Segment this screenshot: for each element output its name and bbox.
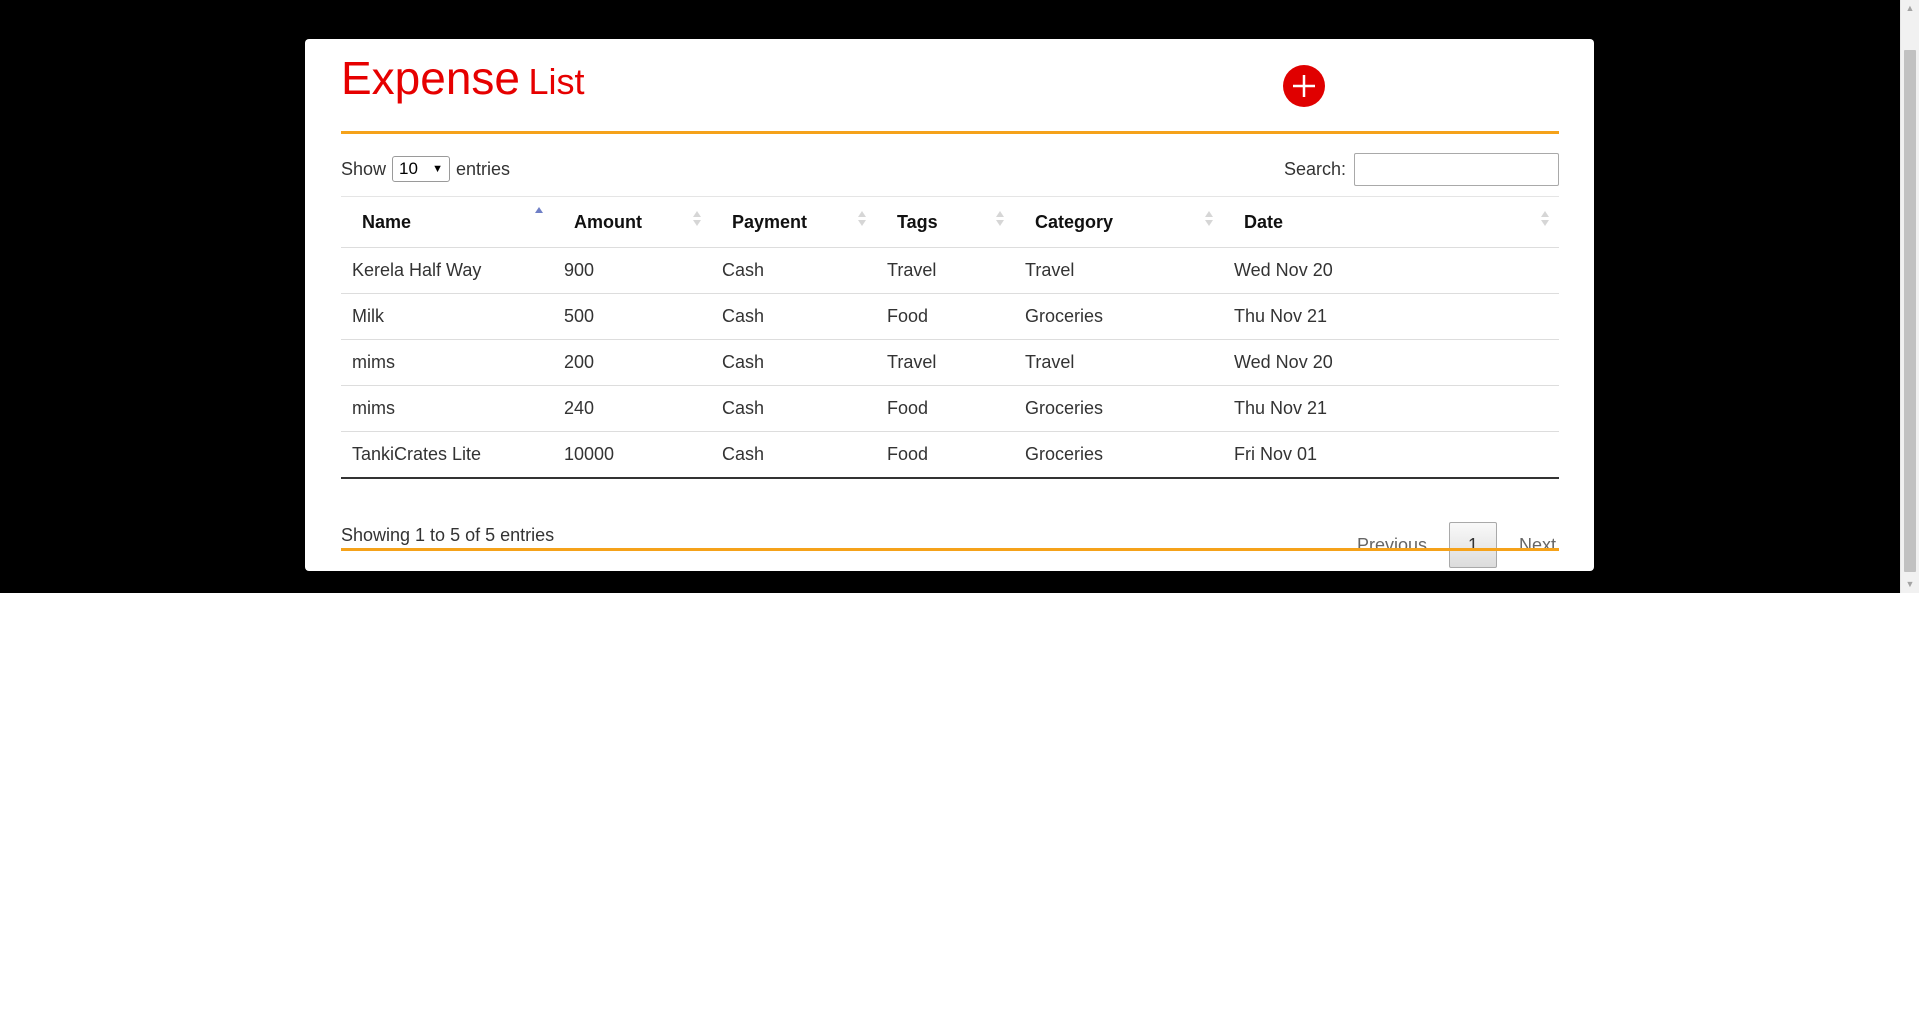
cell-name: mims	[341, 385, 553, 432]
page-title: Expense List	[341, 51, 585, 105]
table-row: mims 200 Cash Travel Travel Wed Nov 20	[341, 339, 1559, 386]
column-header-label: Name	[362, 211, 412, 232]
cell-payment: Cash	[711, 293, 876, 340]
length-suffix-label: entries	[456, 158, 511, 179]
dropdown-arrow-icon: ▼	[432, 163, 444, 175]
column-header-tags[interactable]: Tags	[876, 196, 1014, 248]
sort-icon	[857, 211, 867, 233]
entries-length-control: Show 10 ▼ entries	[341, 156, 510, 182]
cell-tags: Food	[876, 385, 1014, 432]
search-input[interactable]	[1354, 153, 1559, 186]
table-row: mims 240 Cash Food Groceries Thu Nov 21	[341, 385, 1559, 432]
sort-ascending-icon	[534, 207, 544, 229]
length-prefix-label: Show	[341, 158, 387, 179]
scroll-thumb[interactable]	[1904, 50, 1916, 572]
plus-icon	[1293, 75, 1315, 97]
column-header-category[interactable]: Category	[1014, 196, 1223, 248]
page-number-button[interactable]: 1	[1449, 522, 1498, 568]
table-row: Milk 500 Cash Food Groceries Thu Nov 21	[341, 293, 1559, 340]
expense-card: Expense List Show 10 ▼ entries Search: N…	[305, 39, 1594, 571]
column-header-label: Payment	[732, 211, 808, 232]
sort-icon	[1204, 211, 1214, 233]
vertical-scrollbar[interactable]: ▲ ▼	[1900, 0, 1919, 593]
cell-payment: Cash	[711, 431, 876, 479]
scroll-up-arrow-icon[interactable]: ▲	[1901, 0, 1919, 17]
cell-name: Milk	[341, 293, 553, 340]
column-header-label: Amount	[574, 211, 642, 232]
column-header-label: Tags	[897, 211, 938, 232]
scroll-down-arrow-icon[interactable]: ▼	[1901, 576, 1919, 593]
sort-icon	[692, 211, 702, 233]
footer-divider	[341, 548, 1559, 551]
entries-length-select[interactable]: 10 ▼	[392, 156, 451, 182]
cell-name: mims	[341, 339, 553, 386]
cell-date: Thu Nov 21	[1223, 385, 1559, 432]
cell-category: Groceries	[1014, 385, 1223, 432]
cell-date: Wed Nov 20	[1223, 247, 1559, 294]
sort-icon	[1540, 211, 1550, 233]
cell-name: Kerela Half Way	[341, 247, 553, 294]
cell-tags: Travel	[876, 247, 1014, 294]
cell-payment: Cash	[711, 385, 876, 432]
add-expense-button[interactable]	[1283, 65, 1325, 107]
cell-payment: Cash	[711, 247, 876, 294]
search-control: Search:	[1284, 153, 1559, 186]
column-header-payment[interactable]: Payment	[711, 196, 876, 248]
table-row: Kerela Half Way 900 Cash Travel Travel W…	[341, 247, 1559, 294]
cell-tags: Food	[876, 431, 1014, 479]
cell-amount: 900	[553, 247, 711, 294]
sort-icon	[995, 211, 1005, 233]
expense-table: Name Amount Payment Tags Category Date K…	[341, 196, 1559, 479]
cell-category: Travel	[1014, 247, 1223, 294]
cell-tags: Food	[876, 293, 1014, 340]
page-title-sub: List	[528, 61, 585, 102]
cell-tags: Travel	[876, 339, 1014, 386]
cell-name: TankiCrates Lite	[341, 431, 553, 479]
column-header-amount[interactable]: Amount	[553, 196, 711, 248]
search-label: Search:	[1283, 159, 1346, 179]
column-header-name[interactable]: Name	[341, 196, 553, 248]
column-header-label: Date	[1244, 211, 1284, 232]
page-title-main: Expense	[341, 52, 521, 104]
previous-page-button[interactable]: Previous	[1337, 535, 1449, 556]
cell-category: Groceries	[1014, 431, 1223, 479]
entries-length-value: 10	[399, 159, 418, 178]
header-divider	[341, 131, 1559, 134]
cell-payment: Cash	[711, 339, 876, 386]
cell-amount: 500	[553, 293, 711, 340]
next-page-button[interactable]: Next	[1497, 535, 1576, 556]
cell-amount: 10000	[553, 431, 711, 479]
cell-amount: 240	[553, 385, 711, 432]
cell-amount: 200	[553, 339, 711, 386]
table-header-row: Name Amount Payment Tags Category Date	[341, 196, 1559, 248]
pagination: Previous 1 Next	[1337, 522, 1576, 568]
column-header-label: Category	[1035, 211, 1114, 232]
cell-category: Travel	[1014, 339, 1223, 386]
table-info: Showing 1 to 5 of 5 entries	[341, 525, 555, 545]
cell-date: Fri Nov 01	[1223, 431, 1559, 479]
cell-category: Groceries	[1014, 293, 1223, 340]
table-row: TankiCrates Lite 10000 Cash Food Groceri…	[341, 431, 1559, 479]
cell-date: Wed Nov 20	[1223, 339, 1559, 386]
cell-date: Thu Nov 21	[1223, 293, 1559, 340]
column-header-date[interactable]: Date	[1223, 196, 1559, 248]
